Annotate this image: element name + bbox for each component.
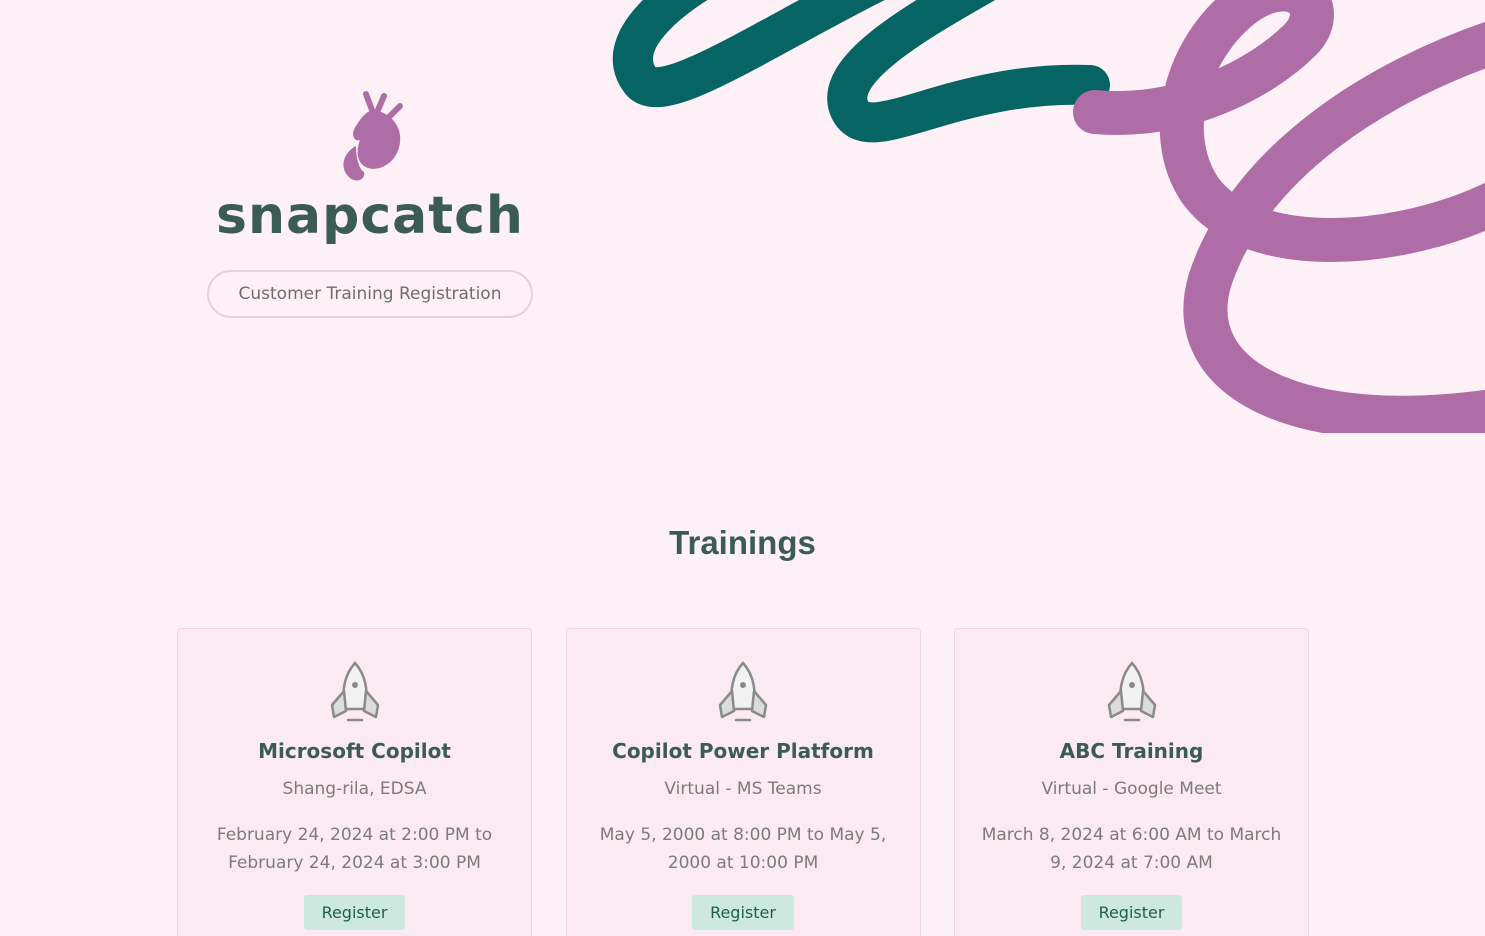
training-card: Microsoft Copilot Shang-rila, EDSA Febru… [177, 628, 532, 936]
register-button[interactable]: Register [692, 895, 794, 930]
card-title: ABC Training [1059, 739, 1204, 763]
card-location: Virtual - Google Meet [1041, 779, 1222, 799]
card-dates: February 24, 2024 at 2:00 PM to February… [216, 825, 493, 873]
card-location: Shang-rila, EDSA [282, 779, 427, 799]
butterfly-hand-icon [343, 91, 403, 181]
card-title: Copilot Power Platform [612, 739, 874, 763]
trainings-heading: Trainings [669, 524, 816, 561]
card-dates: March 8, 2024 at 6:00 AM to March 9, 202… [981, 825, 1282, 873]
rocket-icon [330, 661, 379, 722]
register-button[interactable]: Register [303, 895, 406, 930]
training-card: ABC Training Virtual - Google Meet March… [954, 628, 1309, 936]
card-dates: May 5, 2000 at 8:00 PM to May 5, 2000 at… [599, 825, 887, 873]
page: snapcatch Customer Training Registration… [0, 0, 1485, 936]
brand-name: snapcatch [216, 186, 524, 246]
hero-banner: snapcatch Customer Training Registration [0, 0, 1485, 433]
rocket-icon [718, 661, 768, 722]
brand-block: snapcatch Customer Training Registration [180, 90, 560, 318]
training-cards: Microsoft Copilot Shang-rila, EDSA Febru… [177, 628, 1309, 936]
card-location: Virtual - MS Teams [664, 779, 822, 799]
register-button[interactable]: Register [1080, 895, 1183, 930]
card-title: Microsoft Copilot [258, 739, 451, 763]
rocket-icon [1107, 661, 1156, 722]
customer-training-registration-button[interactable]: Customer Training Registration [206, 270, 534, 318]
training-card: Copilot Power Platform Virtual - MS Team… [565, 628, 921, 936]
